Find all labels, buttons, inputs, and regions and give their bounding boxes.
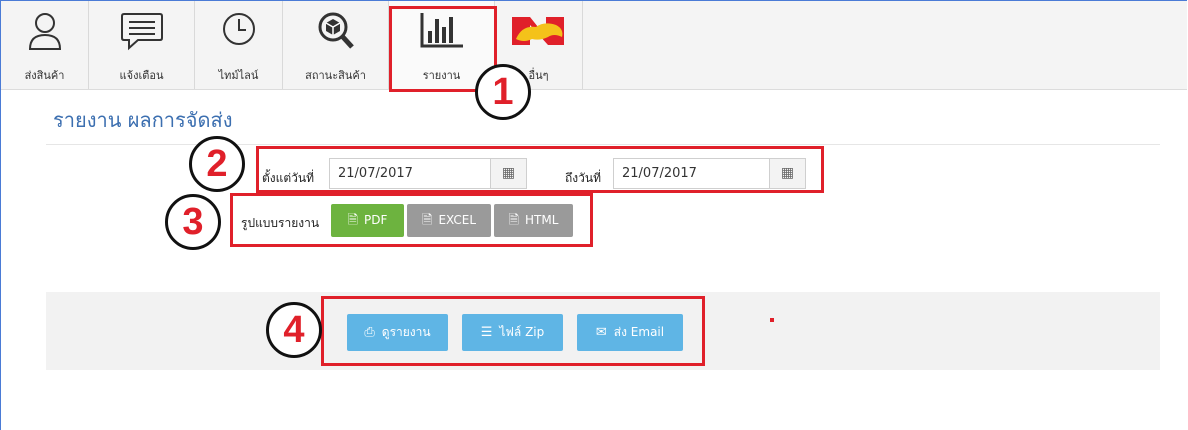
- toolbar-item-timeline[interactable]: ไทม์ไลน์: [195, 1, 283, 89]
- annotation-number-3: 3: [165, 194, 221, 250]
- red-dot: [770, 318, 774, 322]
- annotation-box-2: [256, 146, 824, 193]
- chat-icon: [120, 13, 163, 51]
- user-icon: [28, 13, 61, 50]
- annotation-box-4: [321, 296, 705, 366]
- page-title: รายงาน ผลการจัดส่ง: [53, 108, 233, 132]
- annotation-box-3: [230, 193, 593, 247]
- annotation-number-1: 1: [475, 64, 531, 120]
- top-toolbar: ส่งสินค้า แจ้งเตือน ไทม์ไลน์ สถานะสินค้า…: [1, 1, 1187, 90]
- annotation-number-4: 4: [266, 302, 322, 358]
- annotation-number-2: 2: [189, 136, 245, 192]
- toolbar-item-goods-status[interactable]: สถานะสินค้า: [283, 1, 389, 89]
- toolbar-label: แจ้งเตือน: [119, 69, 164, 82]
- brand-logo-icon: [511, 17, 564, 45]
- toolbar-label: สถานะสินค้า: [305, 69, 366, 82]
- package-search-icon: [318, 12, 354, 49]
- toolbar-label: ส่งสินค้า: [24, 69, 65, 82]
- toolbar-label: ไทม์ไลน์: [218, 69, 259, 82]
- toolbar-item-send-goods[interactable]: ส่งสินค้า: [1, 1, 89, 89]
- toolbar-item-notifications[interactable]: แจ้งเตือน: [89, 1, 195, 89]
- clock-icon: [222, 13, 255, 45]
